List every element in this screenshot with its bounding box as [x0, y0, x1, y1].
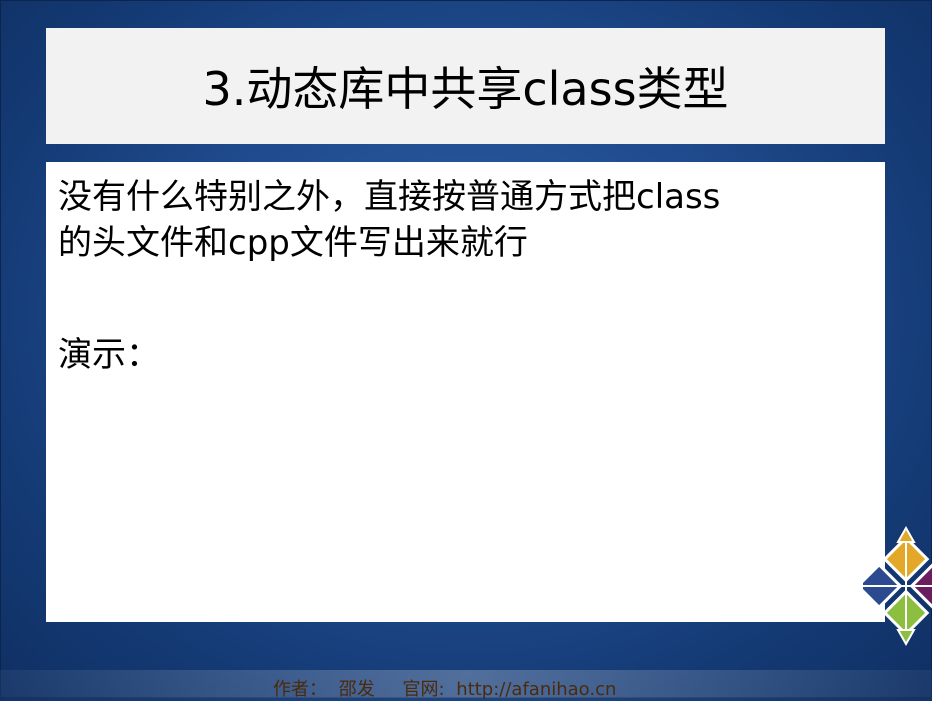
demo-label: 演示： [58, 335, 160, 375]
title-box: 3.动态库中共享class类型 [46, 28, 885, 144]
site-url[interactable]: http://afanihao.cn [456, 679, 616, 700]
author-label: 作者： [273, 679, 327, 700]
slide-title: 3.动态库中共享class类型 [202, 62, 729, 116]
site-label: 官网: [402, 679, 445, 700]
body-line-1: 没有什么特别之外，直接按普通方式把class [58, 177, 721, 217]
content-box: 没有什么特别之外，直接按普通方式把class 的头文件和cpp文件写出来就行 演… [46, 162, 885, 622]
body-line-2: 的头文件和cpp文件写出来就行 [58, 223, 528, 263]
centos-logo-icon [862, 525, 932, 647]
author-name: 邵发 [338, 679, 375, 700]
footer: 作者： 邵发 官网: http://afanihao.cn [0, 670, 932, 701]
footer-credits: 作者： 邵发 官网: http://afanihao.cn [273, 675, 622, 701]
